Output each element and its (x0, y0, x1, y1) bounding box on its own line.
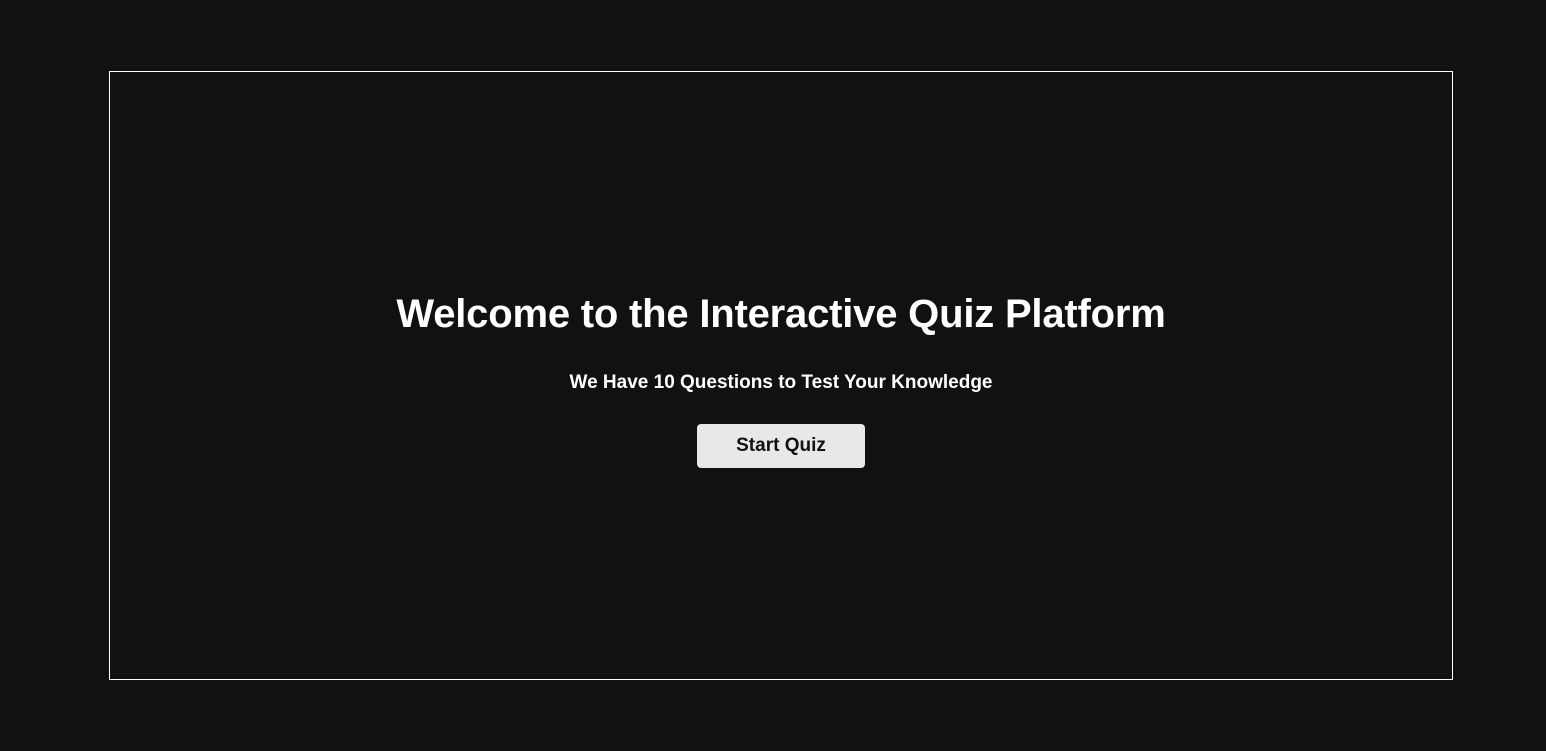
quiz-welcome-panel: Welcome to the Interactive Quiz Platform… (109, 71, 1453, 680)
page: Welcome to the Interactive Quiz Platform… (0, 0, 1546, 751)
start-quiz-button[interactable]: Start Quiz (697, 423, 865, 468)
page-title: Welcome to the Interactive Quiz Platform (396, 291, 1166, 336)
question-count-subtitle: We Have 10 Questions to Test Your Knowle… (569, 371, 993, 393)
